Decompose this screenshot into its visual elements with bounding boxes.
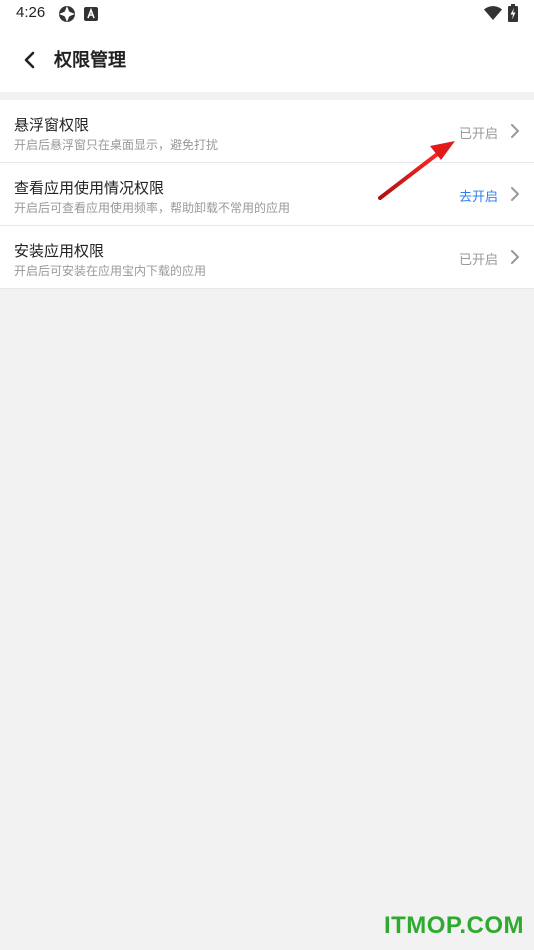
status-bar: 4:26: [0, 0, 534, 28]
back-button[interactable]: [14, 44, 46, 76]
permission-status: 已开启: [458, 127, 498, 142]
chevron-right-icon: [511, 187, 519, 201]
permission-title: 查看应用使用情况权限: [14, 179, 165, 197]
battery-icon: [508, 4, 518, 26]
permission-list: 悬浮窗权限 开启后悬浮窗只在桌面显示，避免打扰 已开启 查看应用使用情况权限 开…: [0, 100, 534, 289]
status-time: 4:26: [16, 4, 46, 21]
watermark: ITMOP.COM: [383, 912, 524, 939]
permission-desc: 开启后可查看应用使用频率，帮助卸载不常用的应用: [14, 201, 291, 215]
wifi-icon: [484, 6, 502, 25]
permission-row-floating-window[interactable]: 悬浮窗权限 开启后悬浮窗只在桌面显示，避免打扰 已开启: [0, 100, 534, 163]
permission-title: 安装应用权限: [14, 242, 105, 260]
permission-row-usage-access[interactable]: 查看应用使用情况权限 开启后可查看应用使用频率，帮助卸载不常用的应用 去开启: [0, 163, 534, 226]
chevron-left-icon: [24, 51, 35, 69]
chevron-right-icon: [511, 250, 519, 264]
permission-enable-link[interactable]: 去开启: [459, 186, 498, 205]
permission-desc: 开启后悬浮窗只在桌面显示，避免打扰: [14, 138, 219, 152]
page-title: 权限管理: [54, 50, 126, 71]
permission-title: 悬浮窗权限: [14, 116, 90, 134]
accessibility-app-icon: [84, 6, 98, 25]
settings-app-icon: [58, 5, 76, 27]
chevron-right-icon: [511, 124, 519, 138]
permission-desc: 开启后可安装在应用宝内下载的应用: [14, 264, 207, 278]
permission-row-install-apps[interactable]: 安装应用权限 开启后可安装在应用宝内下载的应用 已开启: [0, 226, 534, 289]
permission-status: 已开启: [458, 253, 498, 268]
app-bar: 权限管理: [0, 28, 534, 92]
